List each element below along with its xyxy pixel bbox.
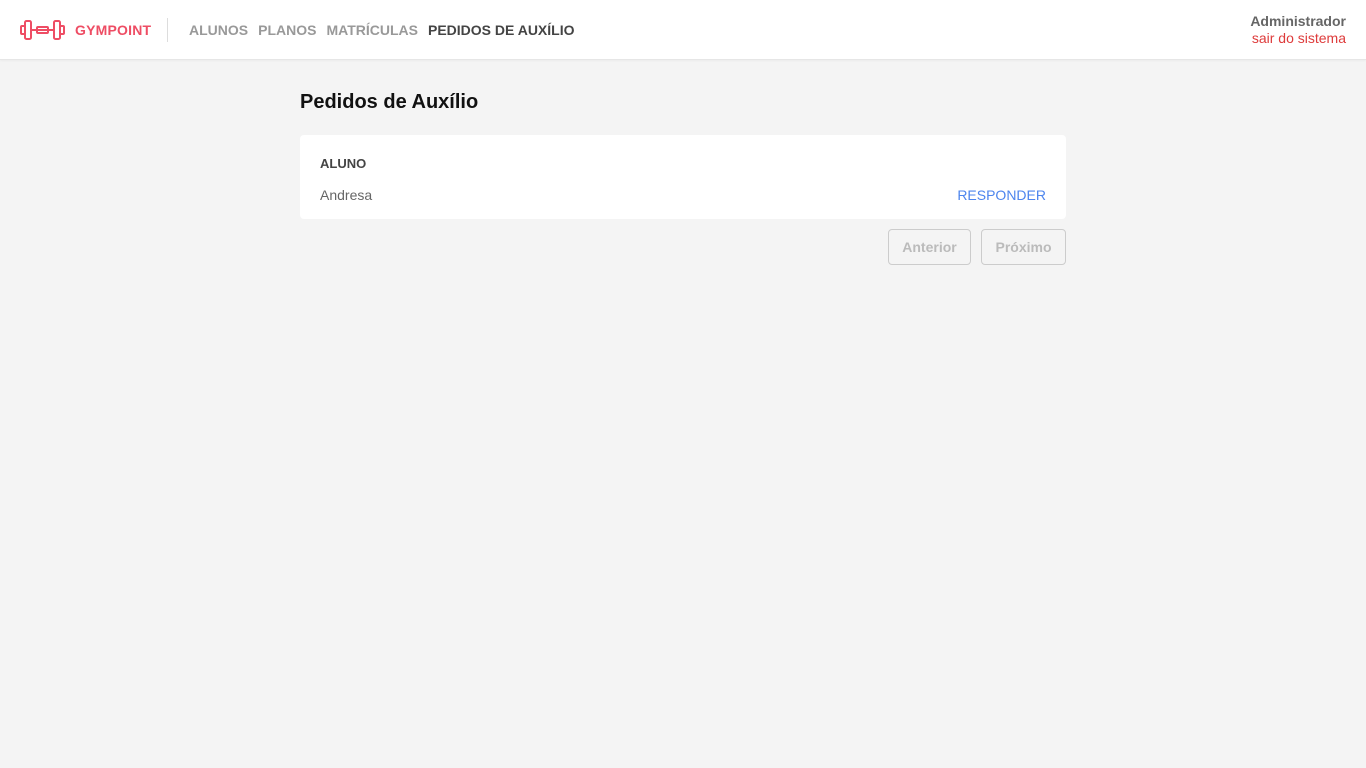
logo[interactable] [20,19,65,41]
header-divider [167,18,168,42]
column-header-aluno: ALUNO [320,156,367,171]
nav-item-pedidos-de-auxilio[interactable]: PEDIDOS DE AUXÍLIO [428,22,575,38]
main-nav: ALUNOS PLANOS MATRÍCULAS PEDIDOS DE AUXÍ… [189,22,585,38]
logout-link[interactable]: sair do sistema [1250,30,1346,46]
nav-item-alunos[interactable]: ALUNOS [189,22,248,38]
respond-button[interactable]: RESPONDER [957,187,1046,203]
page-title: Pedidos de Auxílio [300,91,479,113]
nav-item-planos[interactable]: PLANOS [258,22,316,38]
next-page-button[interactable]: Próximo [981,229,1066,265]
pagination: Anterior Próximo [878,229,1066,265]
help-orders-table: ALUNO Andresa RESPONDER [300,135,1066,219]
top-header: GYMPOINT ALUNOS PLANOS MATRÍCULAS PEDIDO… [0,0,1366,60]
dumbbell-icon [20,20,65,40]
student-name: Andresa [320,187,373,203]
previous-page-button[interactable]: Anterior [888,229,971,265]
user-info: Administrador sair do sistema [1250,13,1346,46]
nav-item-matriculas[interactable]: MATRÍCULAS [326,22,418,38]
user-name: Administrador [1250,13,1346,29]
brand-name[interactable]: GYMPOINT [75,22,151,38]
